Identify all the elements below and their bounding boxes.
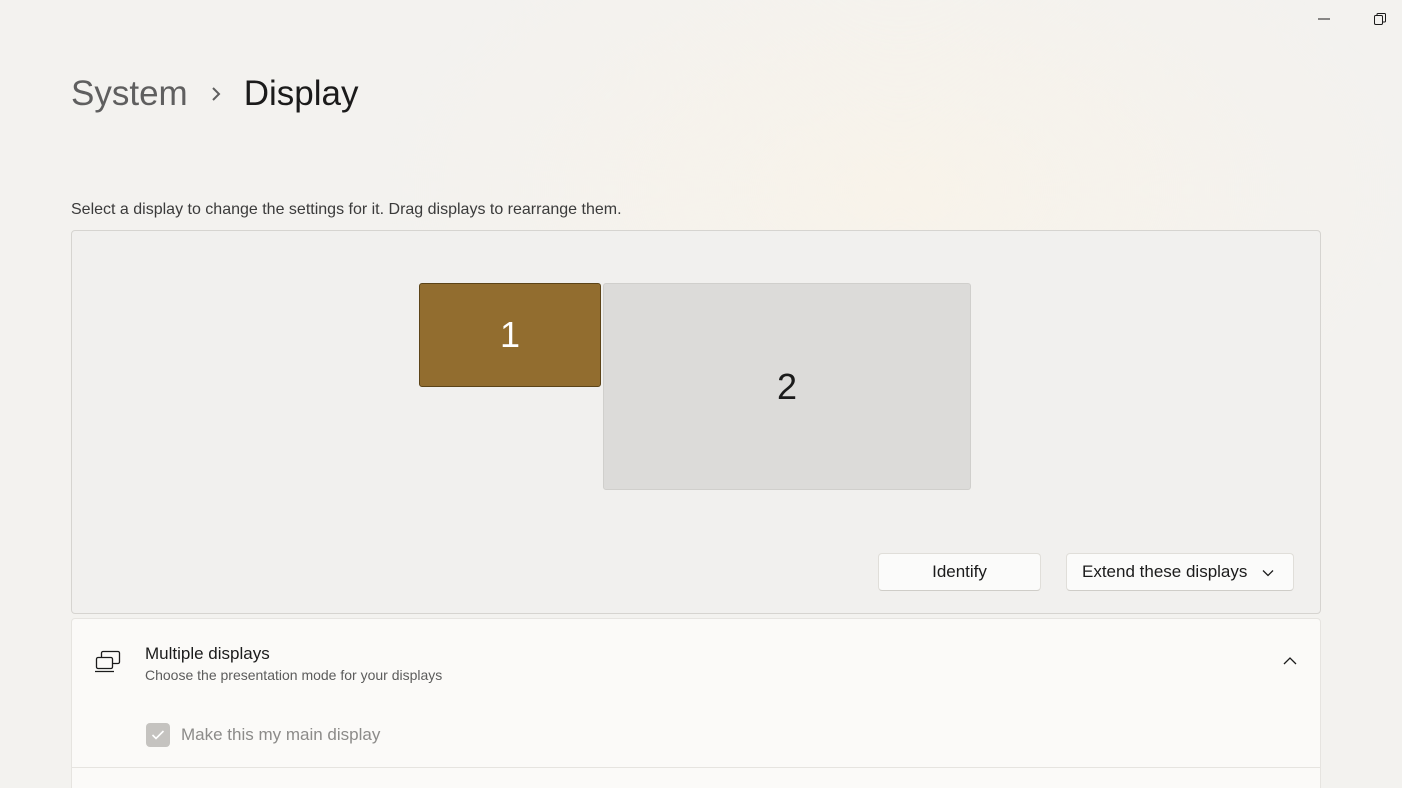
main-display-label: Make this my main display [181, 725, 381, 744]
display-mode-value: Extend these displays [1082, 562, 1248, 581]
display-1-tile[interactable]: 1 [419, 283, 601, 387]
display-2-label: 2 [776, 365, 798, 407]
chevron-right-icon [188, 70, 244, 118]
restore-icon [1374, 13, 1386, 25]
checkmark-icon [151, 730, 165, 740]
main-display-row: Make this my main display [71, 703, 1321, 768]
chevron-up-icon [1283, 657, 1297, 665]
restore-button[interactable] [1357, 0, 1402, 38]
breadcrumb: System Display [71, 70, 358, 118]
breadcrumb-system-link[interactable]: System [71, 70, 188, 118]
next-settings-row [71, 767, 1321, 788]
minimize-icon [1318, 18, 1330, 20]
arrangement-hint: Select a display to change the settings … [71, 201, 622, 218]
multiple-displays-subtitle: Choose the presentation mode for your di… [145, 667, 443, 683]
multiple-displays-title: Multiple displays [145, 644, 270, 663]
identify-button[interactable]: Identify [878, 553, 1041, 591]
multiple-displays-icon [95, 650, 121, 673]
display-mode-dropdown[interactable]: Extend these displays [1066, 553, 1294, 591]
page-title: Display [243, 74, 359, 113]
minimize-button[interactable] [1301, 0, 1347, 38]
multiple-displays-card[interactable]: Multiple displays Choose the presentatio… [71, 618, 1321, 704]
display-1-label: 1 [499, 314, 521, 355]
collapse-button[interactable] [1278, 649, 1302, 673]
chevron-down-icon [1262, 570, 1274, 577]
display-2-tile[interactable]: 2 [603, 283, 971, 490]
main-display-checkbox[interactable] [146, 723, 170, 747]
display-arrangement-panel: 1 2 Identify Extend these displays [71, 230, 1321, 614]
